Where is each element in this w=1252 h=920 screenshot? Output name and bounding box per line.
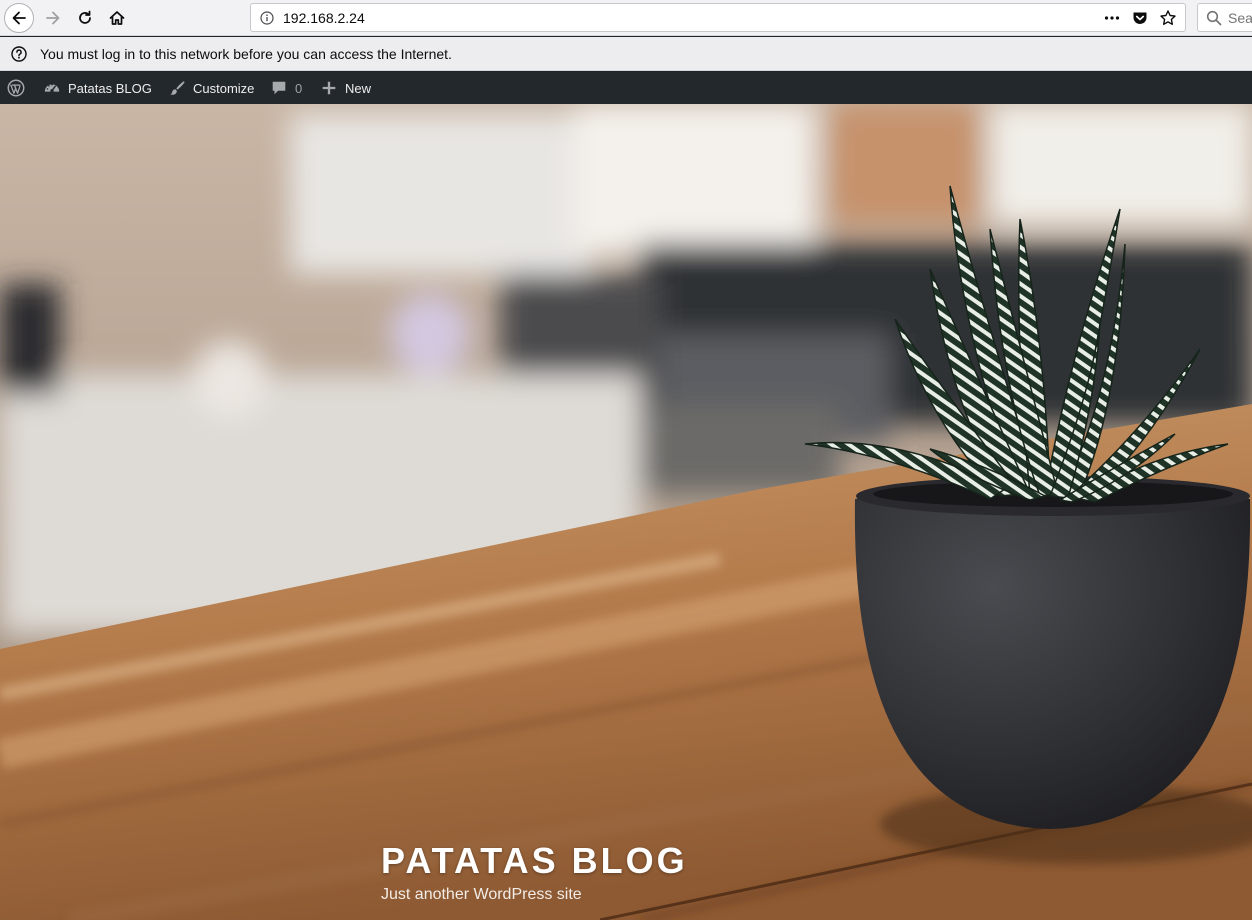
custom-header: PATATAS BLOG Just another WordPress site <box>0 104 1252 920</box>
admin-bar-new-content[interactable]: New <box>320 72 371 104</box>
url-bar[interactable]: 192.168.2.24 <box>250 3 1186 32</box>
site-title[interactable]: PATATAS BLOG <box>381 840 688 882</box>
back-button[interactable] <box>4 3 34 33</box>
new-label: New <box>345 80 372 96</box>
url-text[interactable]: 192.168.2.24 <box>283 10 365 26</box>
home-button[interactable] <box>102 3 132 33</box>
wordpress-logo-icon <box>7 79 25 97</box>
wp-logo-menu[interactable] <box>7 72 32 104</box>
wp-admin-bar: Patatas BLOG Customize 0 New <box>0 72 1252 104</box>
captive-portal-notification: You must log in to this network before y… <box>0 37 1252 71</box>
site-name-label: Patatas BLOG <box>68 80 152 96</box>
comment-bubble-icon <box>272 81 286 95</box>
bookmark-star-icon[interactable] <box>1159 9 1177 27</box>
customize-label: Customize <box>193 80 255 96</box>
info-icon[interactable] <box>260 11 274 25</box>
search-placeholder: Sea <box>1228 10 1252 26</box>
comments-count: 0 <box>295 80 303 96</box>
site-tagline: Just another WordPress site <box>381 886 582 903</box>
browser-toolbar: 192.168.2.24 Sea <box>0 0 1252 36</box>
reload-icon <box>79 10 91 24</box>
search-icon <box>1206 10 1222 26</box>
page-actions <box>1103 9 1177 27</box>
arrow-right-icon <box>46 11 60 25</box>
arrow-left-icon <box>12 11 26 25</box>
paintbrush-icon <box>170 81 185 95</box>
site-branding: PATATAS BLOG Just another WordPress site <box>381 840 688 904</box>
pocket-icon[interactable] <box>1131 9 1149 27</box>
header-photo-succulent-on-table <box>0 104 1252 920</box>
admin-bar-site-name[interactable]: Patatas BLOG <box>43 72 152 104</box>
forward-button[interactable] <box>38 3 68 33</box>
question-mark-icon <box>11 46 27 62</box>
notification-text: You must log in to this network before y… <box>40 46 452 62</box>
more-actions-icon[interactable] <box>1103 9 1121 27</box>
plus-icon <box>322 81 336 95</box>
search-bar[interactable]: Sea <box>1197 3 1252 32</box>
reload-button[interactable] <box>70 3 100 33</box>
admin-bar-comments[interactable]: 0 <box>270 72 302 104</box>
home-icon <box>109 11 125 25</box>
dashboard-gauge-icon <box>44 83 60 93</box>
admin-bar-customize[interactable]: Customize <box>168 72 254 104</box>
